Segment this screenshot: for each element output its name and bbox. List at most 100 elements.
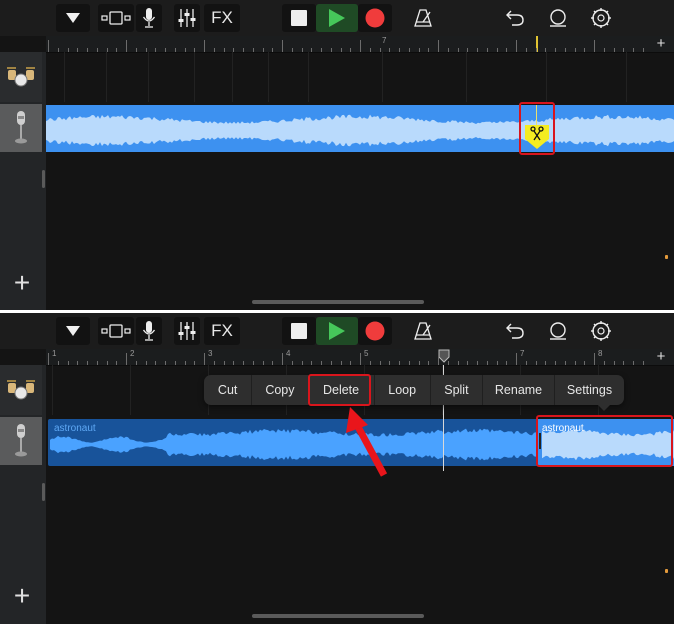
ruler-tick [48, 40, 49, 52]
play-button[interactable] [316, 317, 358, 345]
add-section-button[interactable]: + [654, 36, 668, 52]
waveform-shape [46, 114, 674, 147]
record-icon [365, 321, 385, 341]
mixer-button[interactable] [174, 317, 200, 345]
ruler-tick [360, 353, 361, 365]
play-button[interactable] [316, 4, 358, 32]
settings-gear-icon [591, 8, 611, 28]
ruler-tick [282, 353, 283, 365]
loop-browser-button[interactable] [543, 317, 573, 345]
bar-number-3: 3 [208, 349, 213, 358]
metronome-button[interactable] [408, 4, 438, 32]
vertical-scrollbar[interactable] [42, 170, 45, 188]
bar-number: 7 [382, 36, 387, 45]
toolbar: FX [0, 0, 674, 36]
menu-item-split[interactable]: Split [431, 375, 484, 405]
stop-button[interactable] [282, 4, 316, 32]
record-icon [365, 8, 385, 28]
waveform-shape [50, 428, 538, 461]
menu-item-loop[interactable]: Loop [375, 375, 431, 405]
drum-kit-icon [7, 380, 35, 400]
menu-item-cut[interactable]: Cut [204, 375, 253, 405]
bar-number-8: 8 [598, 349, 603, 358]
settings-gear-icon [591, 321, 611, 341]
tracks-area [46, 52, 674, 310]
indicator-dot [665, 255, 668, 259]
track-header-vocal[interactable] [0, 104, 42, 152]
track-view-button[interactable] [98, 4, 134, 32]
bar-number-1: 1 [52, 349, 57, 358]
stop-icon [291, 323, 307, 339]
record-button[interactable] [358, 317, 392, 345]
timeline-ruler[interactable]: 7 [46, 36, 674, 53]
track-view-button[interactable] [98, 317, 134, 345]
waveform [50, 428, 538, 461]
loop-browser-icon [550, 322, 566, 340]
settings-button[interactable] [586, 317, 616, 345]
ruler-tick [594, 40, 595, 52]
indicator-dot [665, 569, 668, 573]
track-header-drums[interactable] [0, 52, 42, 102]
track-header-drums[interactable] [0, 365, 42, 415]
tracks-dropdown-icon [66, 13, 80, 23]
ruler-tick [126, 40, 127, 52]
undo-button[interactable] [500, 317, 530, 345]
horizontal-scrollbar[interactable] [252, 614, 424, 618]
context-menu: Cut Copy Delete Loop Split Rename Settin… [204, 375, 624, 405]
ruler-tick [360, 40, 361, 52]
menu-item-rename[interactable]: Rename [483, 375, 555, 405]
garageband-top-screenshot: FX 7 + + [0, 0, 674, 310]
fx-button[interactable]: FX [204, 317, 240, 345]
microphone-button[interactable] [136, 4, 162, 32]
microphone-stand-icon [15, 111, 27, 144]
annotation-arrow-icon [346, 407, 388, 477]
microphone-icon [142, 321, 156, 341]
undo-button[interactable] [500, 4, 530, 32]
undo-icon [506, 10, 524, 26]
loop-browser-button[interactable] [543, 4, 573, 32]
ruler-tick [48, 353, 49, 365]
metronome-icon [414, 9, 432, 27]
mixer-sliders-icon [178, 9, 196, 27]
fx-button[interactable]: FX [204, 4, 240, 32]
record-button[interactable] [358, 4, 392, 32]
undo-icon [506, 323, 524, 339]
add-track-button[interactable]: + [10, 269, 34, 297]
audio-region[interactable] [46, 105, 674, 152]
audio-region-left[interactable]: astronaut [48, 419, 538, 466]
menu-item-copy[interactable]: Copy [252, 375, 309, 405]
metronome-icon [414, 322, 432, 340]
horizontal-scrollbar[interactable] [252, 300, 424, 304]
garageband-bottom-screenshot: FX 1 2 3 4 5 7 8 + + astronaut astronaut… [0, 313, 674, 624]
bar-number-2: 2 [130, 349, 135, 358]
ruler-tick [516, 40, 517, 52]
waveform [46, 114, 674, 147]
tracks-dropdown-button[interactable] [56, 4, 90, 32]
add-section-button[interactable]: + [654, 349, 668, 365]
context-menu-pointer [597, 404, 611, 411]
bar-number-7: 7 [520, 349, 525, 358]
microphone-icon [142, 8, 156, 28]
ruler-tick [126, 353, 127, 365]
ruler-tick [438, 353, 439, 365]
add-track-button[interactable]: + [10, 582, 34, 610]
delete-highlight-box [308, 374, 371, 406]
ruler-tick [204, 40, 205, 52]
track-headers: + [0, 52, 46, 310]
microphone-button[interactable] [136, 317, 162, 345]
track-headers: + [0, 365, 46, 624]
metronome-button[interactable] [408, 317, 438, 345]
stop-button[interactable] [282, 317, 316, 345]
stop-icon [291, 10, 307, 26]
fx-icon: FX [211, 321, 233, 340]
tracks-dropdown-button[interactable] [56, 317, 90, 345]
menu-item-settings[interactable]: Settings [555, 375, 624, 405]
bar-number-5: 5 [364, 349, 369, 358]
track-header-vocal[interactable] [0, 417, 42, 465]
toolbar: FX [0, 313, 674, 349]
mixer-button[interactable] [174, 4, 200, 32]
vertical-scrollbar[interactable] [42, 483, 45, 501]
timeline-ruler[interactable]: 1 2 3 4 5 7 8 [46, 349, 674, 366]
loop-browser-icon [550, 9, 566, 27]
settings-button[interactable] [586, 4, 616, 32]
